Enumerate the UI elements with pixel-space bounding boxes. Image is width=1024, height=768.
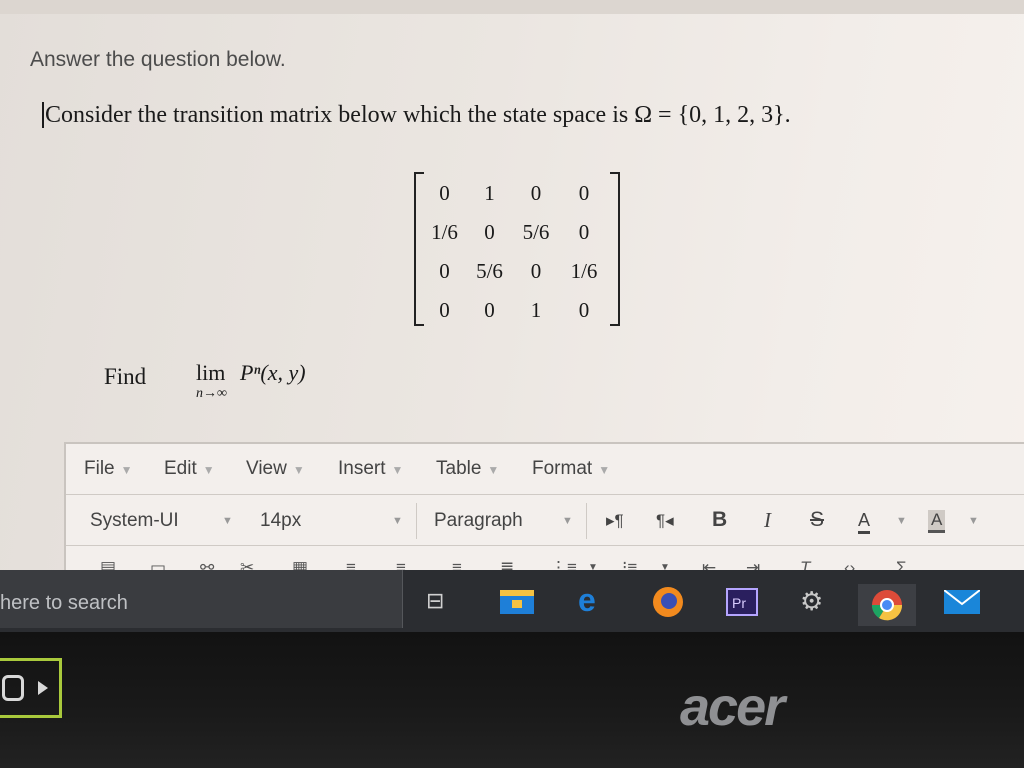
font-family-select[interactable]: System-UI	[90, 510, 179, 532]
toolbar-divider	[586, 503, 587, 539]
edge-browser-icon[interactable]: e	[578, 582, 596, 619]
menu-insert[interactable]: Insert ▼	[338, 458, 403, 480]
laptop-bezel: acer	[0, 632, 1024, 768]
menu-edit[interactable]: Edit ▼	[164, 458, 215, 480]
matrix-row: 0 5/6 0 1/6	[422, 252, 608, 291]
matrix-cell: 0	[530, 181, 542, 205]
matrix-right-bracket	[610, 172, 620, 326]
strikethrough-button[interactable]: S	[810, 508, 824, 532]
matrix-cell: 1	[484, 181, 495, 205]
question-body: Consider the transition matrix below whi…	[45, 102, 791, 128]
editor-toolbar-format: System-UI ▼ 14px ▼ Paragraph ▼ ▸¶ ¶◂ B I…	[66, 495, 1024, 546]
chevron-down-icon[interactable]: ▼	[968, 515, 979, 527]
matrix-cell: 5/6	[476, 259, 503, 283]
menu-view[interactable]: View ▼	[246, 458, 305, 480]
limit-subscript: n→∞	[196, 386, 227, 401]
svg-text:Pr: Pr	[732, 595, 746, 611]
limit-function: Pⁿ(x, y)	[240, 360, 306, 385]
block-format-select[interactable]: Paragraph	[434, 510, 523, 532]
matrix-cell: 0	[439, 259, 450, 283]
steam-icon[interactable]: ⚙	[800, 586, 823, 617]
chevron-down-icon[interactable]: ▼	[222, 515, 233, 527]
menu-format[interactable]: Format ▼	[532, 458, 610, 480]
chevron-down-icon: ▼	[487, 463, 500, 477]
windows-taskbar: here to search ⊟ e Pr ⚙	[0, 570, 1024, 632]
editor-menubar: File ▼ Edit ▼ View ▼ Insert ▼ Table ▼ Format ▼	[66, 444, 1024, 495]
background-color-button[interactable]: A	[928, 510, 946, 533]
italic-button[interactable]: I	[764, 508, 771, 533]
chevron-down-icon: ▼	[292, 463, 305, 477]
chevron-down-icon: ▼	[120, 463, 133, 477]
task-view-icon[interactable]: ⊟	[426, 588, 444, 614]
chevron-down-icon[interactable]: ▼	[896, 515, 907, 527]
search-placeholder: here to search	[0, 592, 128, 614]
menu-table[interactable]: Table ▼	[436, 458, 499, 480]
question-text[interactable]: Consider the transition matrix below whi…	[42, 102, 791, 129]
transition-matrix: 0 1 0 0 1/6 0 5/6 0 0 5/6 0 1/6 0 0 1 0	[414, 172, 620, 326]
matrix-cell: 0	[484, 220, 495, 244]
matrix-cell: 0	[578, 220, 590, 244]
ltr-paragraph-icon[interactable]: ▸¶	[606, 511, 624, 531]
chevron-down-icon[interactable]: ▼	[392, 515, 403, 527]
file-explorer-icon[interactable]	[500, 588, 534, 621]
rtl-paragraph-icon[interactable]: ¶◂	[656, 511, 674, 531]
matrix-cell: 1/6	[431, 220, 458, 244]
mail-icon[interactable]	[943, 589, 981, 621]
bold-button[interactable]: B	[712, 508, 727, 532]
matrix-cell: 0	[484, 298, 495, 322]
matrix-cell: 0	[578, 181, 590, 205]
toolbar-divider	[416, 503, 417, 539]
matrix-row: 0 1 0 0	[422, 174, 608, 213]
chevron-down-icon[interactable]: ▼	[562, 515, 573, 527]
chevron-down-icon: ▼	[202, 463, 215, 477]
matrix-cell: 0	[439, 298, 450, 322]
matrix-row: 0 0 1 0	[422, 291, 608, 330]
instruction-text: Answer the question below.	[30, 48, 286, 71]
chevron-down-icon: ▼	[598, 463, 611, 477]
font-size-select[interactable]: 14px	[260, 510, 301, 532]
matrix-cell: 0	[530, 259, 542, 283]
find-label: Find	[104, 364, 147, 389]
matrix-table: 0 1 0 0 1/6 0 5/6 0 0 5/6 0 1/6 0 0 1 0	[422, 174, 608, 330]
matrix-cell: 0	[578, 298, 590, 322]
limit-operator: lim	[196, 360, 226, 385]
sticker-circle-icon	[2, 675, 24, 701]
brand-logo: acer	[680, 677, 785, 737]
text-color-button[interactable]: A	[858, 510, 871, 534]
screen: Answer the question below. Consider the …	[0, 0, 1024, 632]
header-strip	[0, 0, 1024, 14]
taskbar-search-box[interactable]: here to search	[0, 570, 403, 628]
chrome-icon[interactable]	[858, 584, 916, 626]
matrix-row: 1/6 0 5/6 0	[422, 213, 608, 252]
text-cursor	[42, 102, 44, 128]
matrix-cell: 0	[439, 181, 450, 205]
matrix-cell: 1/6	[570, 259, 598, 283]
firefox-icon[interactable]	[652, 586, 684, 625]
premiere-pro-icon[interactable]: Pr	[726, 588, 758, 623]
play-icon	[38, 681, 48, 695]
matrix-cell: 1	[530, 298, 542, 322]
sticker-logo	[0, 658, 62, 718]
menu-file[interactable]: File ▼	[84, 458, 133, 480]
matrix-cell: 5/6	[522, 220, 550, 244]
chevron-down-icon: ▼	[391, 463, 404, 477]
